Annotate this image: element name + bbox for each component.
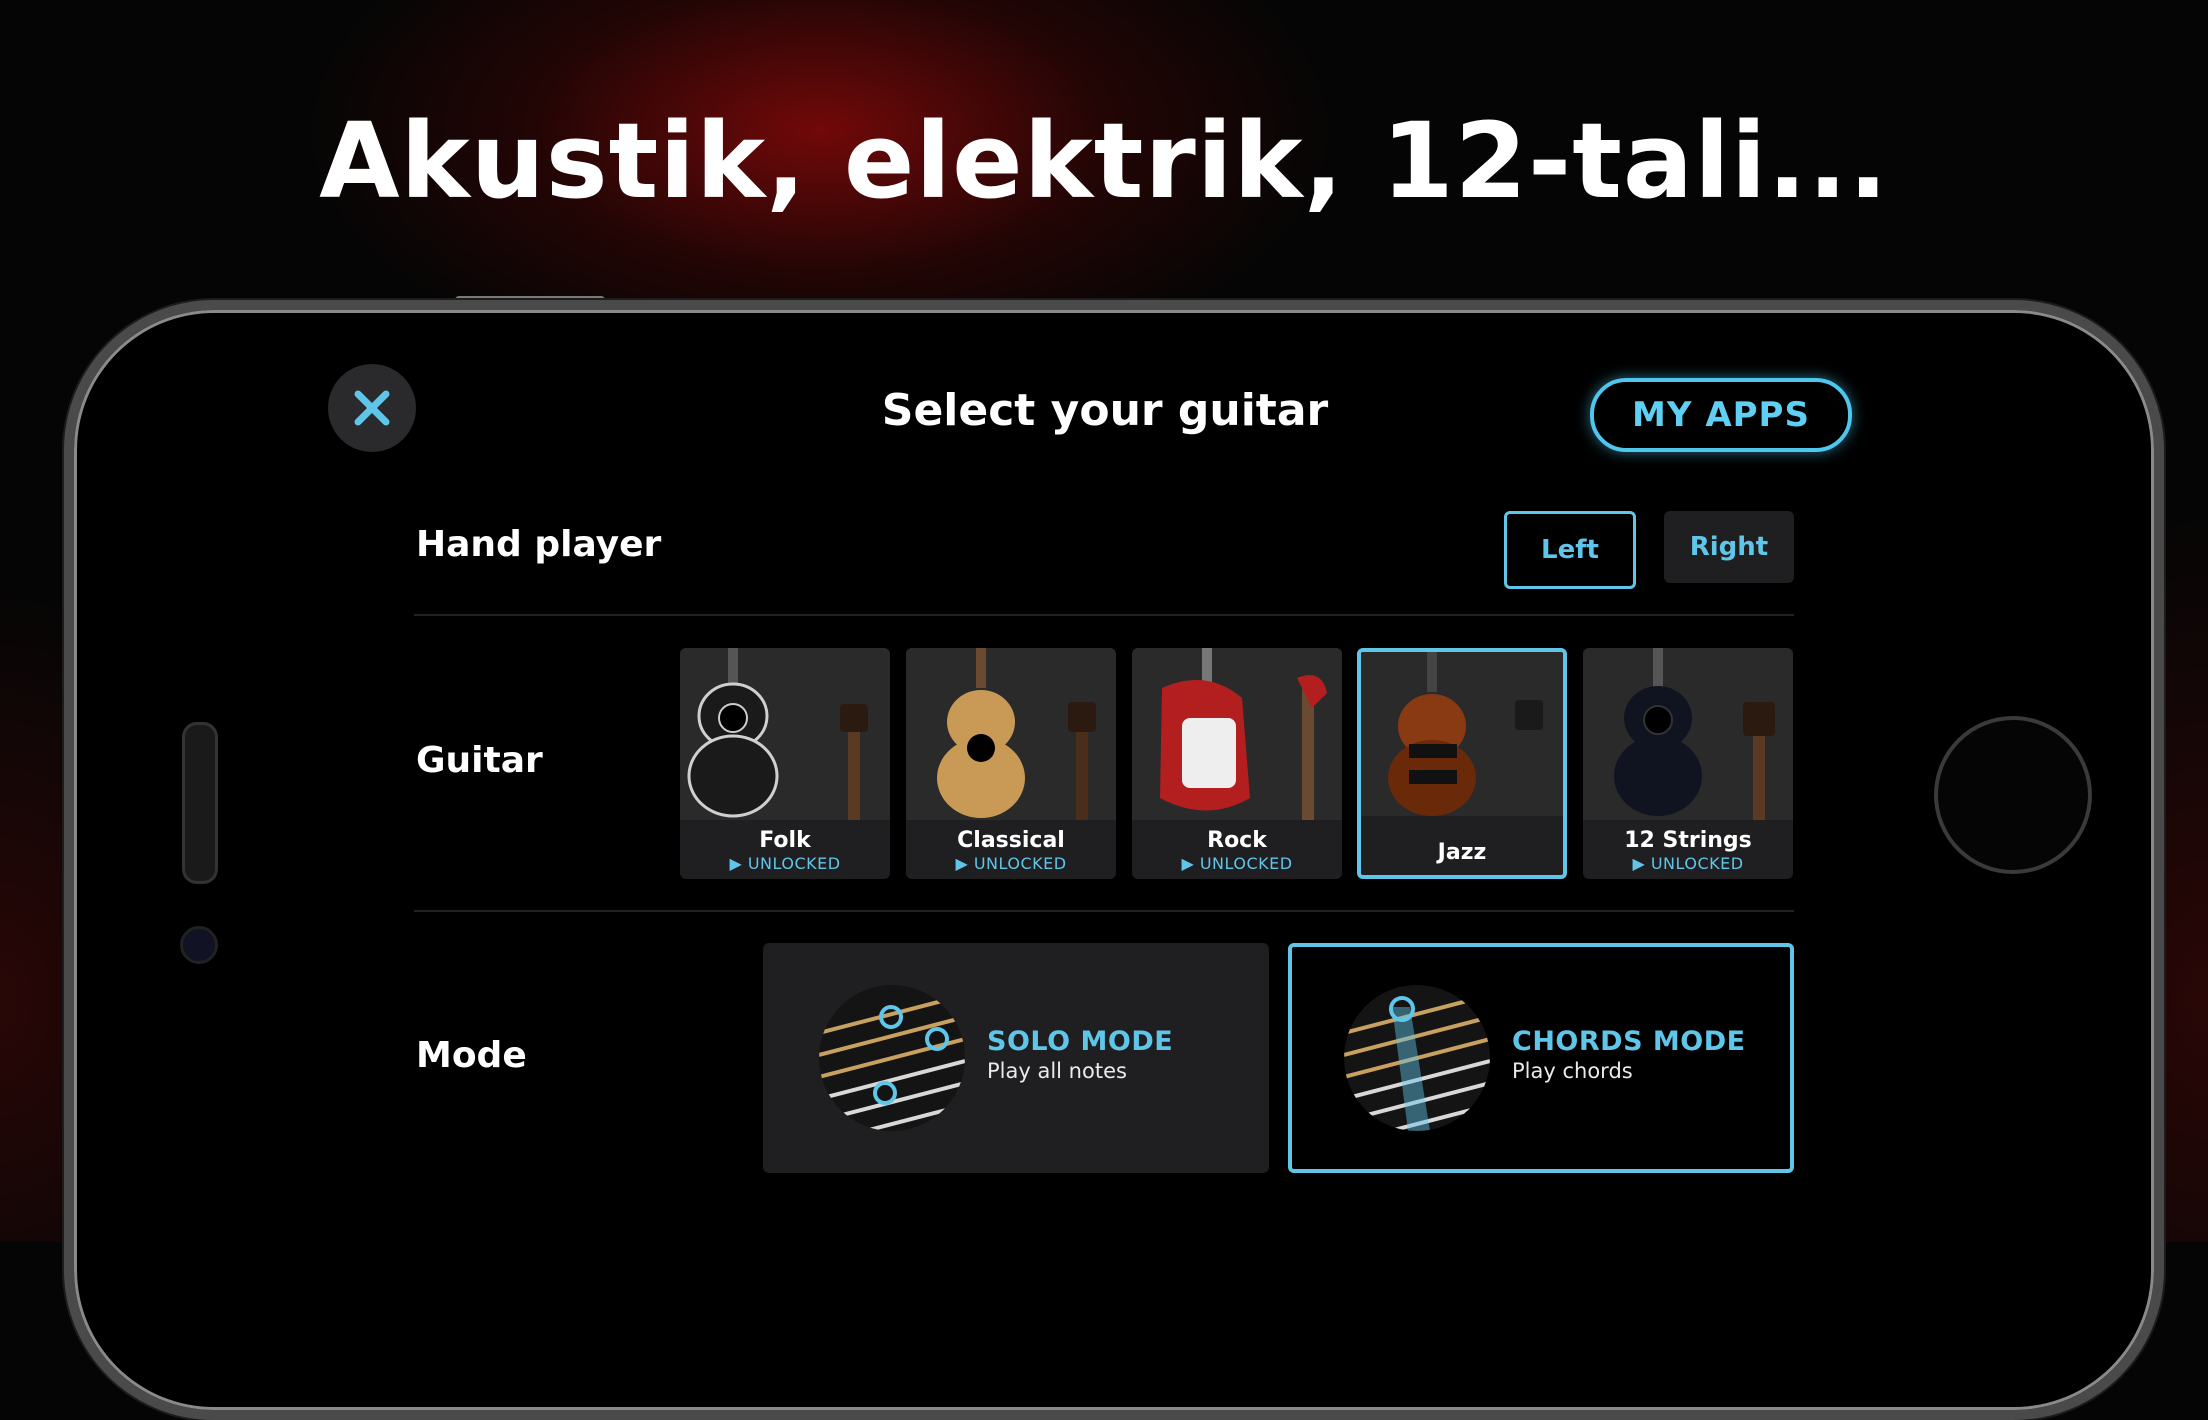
- guitar-image: [680, 648, 890, 820]
- guitar-image: [1361, 652, 1563, 816]
- hand-right-button[interactable]: Right: [1664, 511, 1794, 583]
- guitar-status: ▶ UNLOCKED: [1632, 854, 1744, 873]
- guitar-card-rock[interactable]: Rock ▶ UNLOCKED: [1132, 648, 1342, 879]
- guitar-image: [1132, 648, 1342, 820]
- divider: [414, 614, 1794, 616]
- phone-home-button: [1934, 716, 2092, 874]
- guitar-card-12-strings[interactable]: 12 Strings ▶ UNLOCKED: [1583, 648, 1793, 879]
- page-title: Select your guitar: [881, 385, 1329, 436]
- hand-player-label: Hand player: [416, 524, 662, 565]
- guitar-card-folk[interactable]: Folk ▶ UNLOCKED: [680, 648, 890, 879]
- close-icon: [354, 390, 390, 426]
- phone-speaker: [182, 722, 218, 884]
- guitar-name: Jazz: [1437, 840, 1487, 865]
- guitar-card-classical[interactable]: Classical ▶ UNLOCKED: [906, 648, 1116, 879]
- mode-subtitle: Play all notes: [987, 1059, 1127, 1083]
- divider: [414, 910, 1794, 912]
- mode-title: CHORDS MODE: [1512, 1026, 1746, 1057]
- guitar-name: Folk: [759, 828, 811, 853]
- phone-camera: [180, 926, 218, 964]
- guitar-name: Rock: [1207, 828, 1267, 853]
- close-button[interactable]: [328, 364, 416, 452]
- headline: Akustik, elektrik, 12-tali...: [319, 100, 1889, 222]
- mode-subtitle: Play chords: [1512, 1059, 1633, 1083]
- guitar-image: [906, 648, 1116, 820]
- guitar-card-jazz[interactable]: Jazz: [1357, 648, 1567, 879]
- mode-title: SOLO MODE: [987, 1026, 1174, 1057]
- guitar-name: Classical: [957, 828, 1065, 853]
- solo-mode-icon: [819, 985, 965, 1131]
- chords-mode-icon: [1344, 985, 1490, 1131]
- guitar-status: ▶ UNLOCKED: [729, 854, 841, 873]
- guitar-status: ▶ UNLOCKED: [955, 854, 1067, 873]
- hand-left-button[interactable]: Left: [1504, 511, 1636, 589]
- chords-mode-card[interactable]: CHORDS MODE Play chords: [1288, 943, 1794, 1173]
- guitar-name: 12 Strings: [1624, 828, 1752, 853]
- guitar-image: [1583, 648, 1793, 820]
- guitar-label: Guitar: [416, 740, 543, 781]
- my-apps-button[interactable]: MY APPS: [1590, 378, 1852, 452]
- solo-mode-card[interactable]: SOLO MODE Play all notes: [763, 943, 1269, 1173]
- mode-label: Mode: [416, 1035, 527, 1076]
- guitar-status: ▶ UNLOCKED: [1181, 854, 1293, 873]
